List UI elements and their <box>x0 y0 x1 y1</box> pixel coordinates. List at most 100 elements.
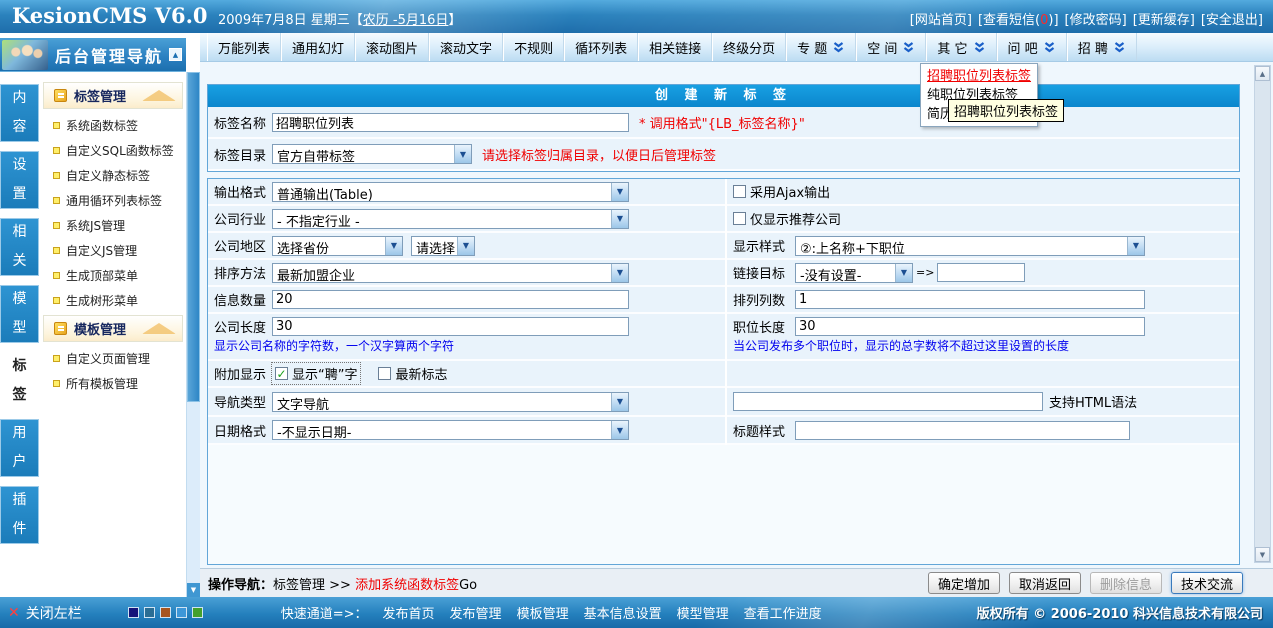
dropdown-arrow-icon: ▼ <box>457 237 474 255</box>
menu-item-system-function-tags[interactable]: 系统函数标签 <box>40 113 186 138</box>
rail-tab-content[interactable]: 内容 <box>0 84 39 142</box>
tab-scroll-image[interactable]: 滚动图片 <box>355 33 429 61</box>
tab-special-topic[interactable]: 专 题 <box>786 33 856 61</box>
logout-link[interactable]: [安全退出] <box>1201 9 1263 28</box>
tab-space[interactable]: 空 间 <box>856 33 926 61</box>
confirm-add-button[interactable]: 确定增加 <box>928 572 1000 594</box>
tech-support-button[interactable]: 技术交流 <box>1171 572 1243 594</box>
breadcrumb-go[interactable]: Go <box>459 578 477 593</box>
menu-item-custom-static-tags[interactable]: 自定义静态标签 <box>40 163 186 188</box>
dropdown-arrow-icon: ▼ <box>895 264 912 282</box>
menu-item-top-menu[interactable]: 生成顶部菜单 <box>40 263 186 288</box>
company-length-input[interactable] <box>272 317 629 336</box>
menu-item-custom-pages[interactable]: 自定义页面管理 <box>40 346 186 371</box>
rail-tab-users[interactable]: 用户 <box>0 419 39 477</box>
tab-other[interactable]: 其 它 <box>926 33 996 61</box>
show-pin-checkbox[interactable]: 显示“聘”字 <box>272 363 360 384</box>
quick-link-publish-home[interactable]: 发布首页 <box>383 603 435 622</box>
site-home-link[interactable]: [网站首页] <box>910 9 972 28</box>
content-scrollbar[interactable]: ▲ ▼ <box>1254 65 1271 563</box>
display-style-select[interactable]: ②:上名称+下职位▼ <box>795 236 1145 256</box>
rail-tab-plugins[interactable]: 插件 <box>0 486 39 544</box>
breadcrumb-action-link[interactable]: 添加系统函数标签 <box>355 578 459 593</box>
position-length-input[interactable] <box>795 317 1145 336</box>
html-input[interactable] <box>733 392 1043 411</box>
view-sms-link[interactable]: [查看短信(0)] <box>978 9 1059 28</box>
tab-ask[interactable]: 问 吧 <box>997 33 1067 61</box>
change-password-link[interactable]: [修改密码] <box>1065 9 1127 28</box>
tab-universal-list[interactable]: 万能列表 <box>207 33 281 61</box>
nav-type-select[interactable]: 文字导航▼ <box>272 392 629 412</box>
menu-item-loop-list-tags[interactable]: 通用循环列表标签 <box>40 188 186 213</box>
checkbox-icon[interactable] <box>733 185 746 198</box>
tab-scroll-text[interactable]: 滚动文字 <box>429 33 503 61</box>
quick-channel-label: 快速通道=>： <box>281 603 368 622</box>
palette-square[interactable] <box>192 607 203 618</box>
collapse-up-icon[interactable]: ▲ <box>169 48 182 61</box>
tab-recruit[interactable]: 招 聘 <box>1067 33 1137 61</box>
section-template-management[interactable]: 模板管理 <box>43 315 183 342</box>
rail-tab-related[interactable]: 相关 <box>0 218 39 276</box>
columns-input[interactable] <box>795 290 1145 309</box>
menu-item-custom-js[interactable]: 自定义JS管理 <box>40 238 186 263</box>
rail-tab-settings[interactable]: 设置 <box>0 151 39 209</box>
palette-square[interactable] <box>128 607 139 618</box>
menu-item-custom-sql-tags[interactable]: 自定义SQL函数标签 <box>40 138 186 163</box>
tab-related-links[interactable]: 相关链接 <box>638 33 712 61</box>
rail-tab-tags[interactable]: 标签 <box>0 352 39 410</box>
lunar-date-link[interactable]: 农历 -5月16日 <box>363 13 449 28</box>
sidebar-scrollbar[interactable]: ▼ <box>186 72 200 597</box>
bottom-bar: ✕ 关闭左栏 快速通道=>： 发布首页 发布管理 模板管理 基本信息设置 模型管… <box>0 597 1273 628</box>
quick-link-template-manage[interactable]: 模板管理 <box>517 603 569 622</box>
menu-item-tree-menu[interactable]: 生成树形菜单 <box>40 288 186 313</box>
dropdown-arrow-icon: ▼ <box>611 421 628 439</box>
menu-item-recruit-position-list[interactable]: 招聘职位列表标签 <box>921 67 1037 86</box>
quick-link-model-manage[interactable]: 模型管理 <box>677 603 729 622</box>
link-target-input[interactable] <box>937 263 1025 282</box>
tag-directory-select[interactable]: 官方自带标签▼ <box>272 144 472 164</box>
scroll-down-icon[interactable]: ▼ <box>1255 547 1270 562</box>
checkbox-icon[interactable] <box>733 212 746 225</box>
breadcrumb-path[interactable]: 标签管理 <box>273 578 325 593</box>
module-rail: 内容 设置 相关 模型 标签 用户 插件 <box>0 84 40 553</box>
quick-link-work-progress[interactable]: 查看工作进度 <box>744 603 822 622</box>
rail-tab-model[interactable]: 模型 <box>0 285 39 343</box>
date-format-select[interactable]: -不显示日期-▼ <box>272 420 629 440</box>
info-count-input[interactable] <box>272 290 629 309</box>
create-tag-box: 创 建 新 标 签 标签名称 * 调用格式"{LB_标签名称}" 标签目录 官方… <box>207 84 1240 172</box>
tab-slideshow[interactable]: 通用幻灯 <box>281 33 355 61</box>
checkbox-checked-icon[interactable] <box>275 367 288 380</box>
menu-item-all-templates[interactable]: 所有模板管理 <box>40 371 186 396</box>
dropdown-arrow-icon: ▼ <box>1127 237 1144 255</box>
tab-loop-list[interactable]: 循环列表 <box>564 33 638 61</box>
tab-final-paging[interactable]: 终级分页 <box>712 33 786 61</box>
checkbox-icon[interactable] <box>378 367 391 380</box>
title-style-input[interactable] <box>795 421 1130 440</box>
palette-square[interactable] <box>144 607 155 618</box>
sidebar-header: 后台管理导航 ▲ <box>0 38 186 72</box>
scroll-up-icon[interactable]: ▲ <box>1255 66 1270 81</box>
sidebar-scroll-thumb[interactable] <box>187 72 200 402</box>
cancel-return-button[interactable]: 取消返回 <box>1009 572 1081 594</box>
new-flag-checkbox[interactable]: 最新标志 <box>378 364 447 383</box>
scroll-down-icon[interactable]: ▼ <box>187 583 200 597</box>
tab-irregular[interactable]: 不规则 <box>503 33 564 61</box>
section-tag-management[interactable]: 标签管理 <box>43 82 183 109</box>
quick-link-publish-manage[interactable]: 发布管理 <box>450 603 502 622</box>
tag-name-input[interactable] <box>272 113 629 132</box>
sort-method-select[interactable]: 最新加盟企业▼ <box>272 263 629 283</box>
row-sort-linktarget: 排序方法 最新加盟企业▼ 链接目标 -没有设置-▼ => <box>208 260 1239 287</box>
close-left-panel[interactable]: ✕ 关闭左栏 <box>8 603 82 623</box>
refresh-cache-link[interactable]: [更新缓存] <box>1133 9 1195 28</box>
quick-link-basic-info[interactable]: 基本信息设置 <box>584 603 662 622</box>
link-target-select[interactable]: -没有设置-▼ <box>795 263 913 283</box>
palette-square[interactable] <box>176 607 187 618</box>
palette-square[interactable] <box>160 607 171 618</box>
industry-select[interactable]: - 不指定行业 -▼ <box>272 209 629 229</box>
output-format-select[interactable]: 普通输出(Table)▼ <box>272 182 629 202</box>
province-select[interactable]: 选择省份▼ <box>272 236 403 256</box>
city-select[interactable]: 请选择▼ <box>411 236 475 256</box>
ajax-output-checkbox[interactable]: 采用Ajax输出 <box>733 182 830 201</box>
recommend-only-checkbox[interactable]: 仅显示推荐公司 <box>733 209 841 228</box>
menu-item-system-js[interactable]: 系统JS管理 <box>40 213 186 238</box>
